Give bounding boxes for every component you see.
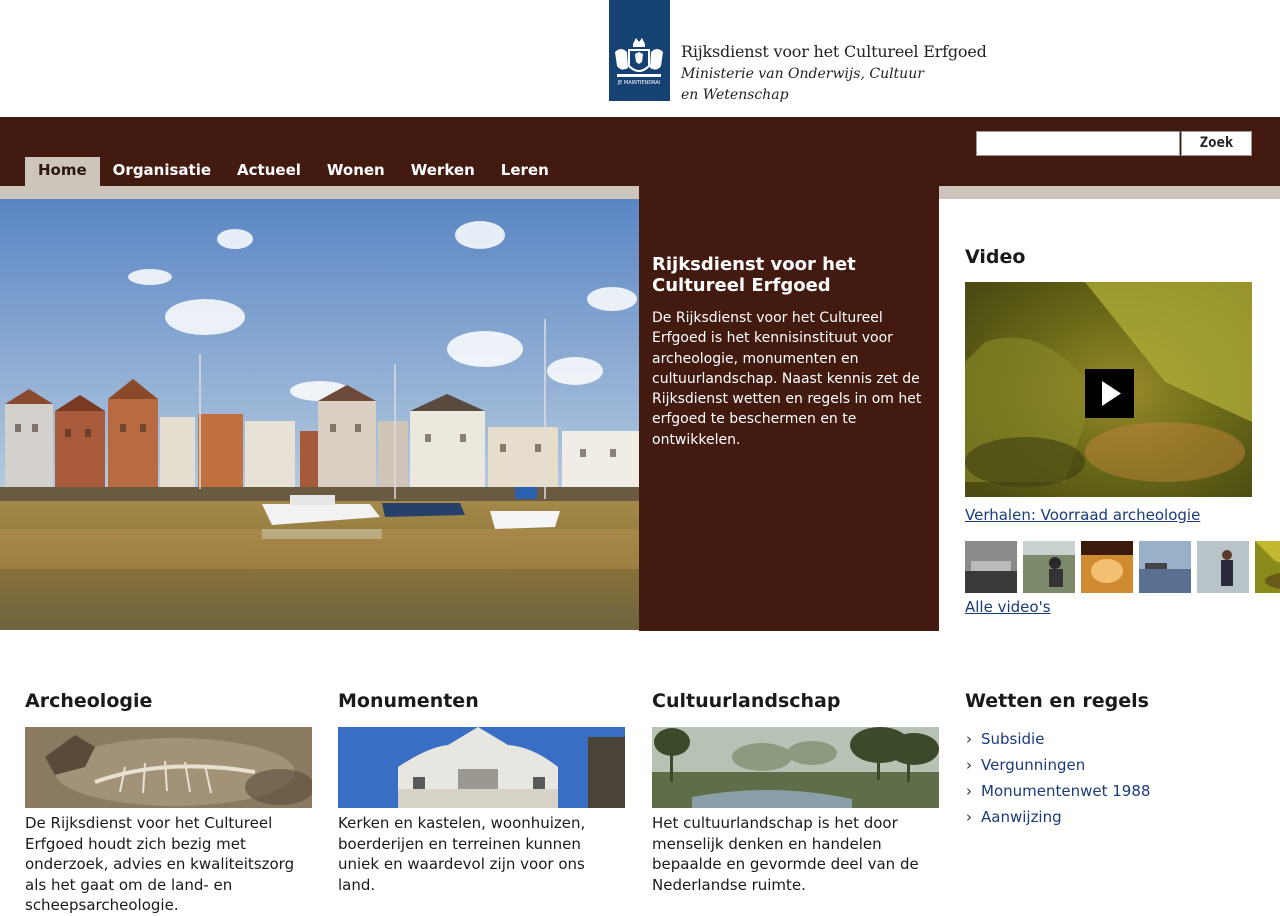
search-input[interactable] bbox=[976, 131, 1180, 156]
cultuurlandschap-text: Het cultuurlandschap is het door menseli… bbox=[652, 814, 919, 894]
archeologie-text: De Rijksdienst voor het Cultureel Erfgoe… bbox=[25, 814, 295, 914]
rules-item-label: Monumentenwet 1988 bbox=[981, 782, 1151, 800]
archeologie-image[interactable] bbox=[25, 727, 312, 808]
chevron-right-icon: › bbox=[966, 730, 972, 748]
cultuurlandschap-image[interactable] bbox=[652, 727, 939, 808]
video-thumbnail[interactable] bbox=[965, 541, 1017, 593]
search-button[interactable]: Zoek bbox=[1181, 131, 1252, 156]
svg-text:JE MAINTIENDRAI: JE MAINTIENDRAI bbox=[617, 80, 661, 86]
monumenten-heading[interactable]: Monumenten bbox=[338, 690, 479, 712]
nav-item-organisatie[interactable]: Organisatie bbox=[100, 157, 224, 186]
video-title-link[interactable]: Verhalen: Voorraad archeologie bbox=[965, 506, 1200, 524]
video-thumbnail[interactable] bbox=[1255, 541, 1280, 593]
video-thumbnail[interactable] bbox=[1081, 541, 1133, 593]
rules-list: › Subsidie › Vergunningen › Monumentenwet 1… bbox=[966, 726, 1150, 830]
monumenten-image[interactable] bbox=[338, 727, 625, 808]
hero-text: De Rijksdienst voor het Cultureel Erfgoe… bbox=[652, 310, 922, 448]
chevron-right-icon: › bbox=[966, 756, 972, 774]
video-thumbnails bbox=[965, 541, 1280, 593]
nav-item-home[interactable]: Home bbox=[25, 157, 100, 186]
all-videos-link[interactable]: Alle video's bbox=[965, 598, 1051, 616]
archeologie-heading[interactable]: Archeologie bbox=[25, 690, 152, 712]
rules-item-label: Subsidie bbox=[981, 730, 1045, 748]
rules-item-subsidie[interactable]: › Subsidie bbox=[966, 726, 1150, 752]
cultuurlandschap-heading[interactable]: Cultuurlandschap bbox=[652, 690, 840, 712]
video-thumbnail[interactable] bbox=[1139, 541, 1191, 593]
org-name: Rijksdienst voor het Cultureel Erfgoed bbox=[681, 42, 987, 61]
rules-item-label: Aanwijzing bbox=[981, 808, 1062, 826]
ministry-name: Ministerie van Onderwijs, Cultuur en Wet… bbox=[681, 66, 924, 103]
play-icon[interactable] bbox=[1085, 369, 1134, 418]
rules-item-label: Vergunningen bbox=[981, 756, 1086, 774]
video-heading: Video bbox=[965, 246, 1026, 268]
nav-item-leren[interactable]: Leren bbox=[488, 157, 562, 186]
chevron-right-icon: › bbox=[966, 782, 972, 800]
sidebar-top-strip bbox=[939, 186, 1280, 199]
hero-harbour-image bbox=[0, 199, 639, 630]
hero-title: Rijksdienst voor het Cultureel Erfgoed bbox=[652, 254, 856, 296]
rules-item-aanwijzing[interactable]: › Aanwijzing bbox=[966, 804, 1150, 830]
nav-underline bbox=[0, 186, 639, 199]
nav-item-actueel[interactable]: Actueel bbox=[224, 157, 314, 186]
rules-item-vergunningen[interactable]: › Vergunningen bbox=[966, 752, 1150, 778]
chevron-right-icon: › bbox=[966, 808, 972, 826]
video-thumbnail[interactable] bbox=[1023, 541, 1075, 593]
nav-item-wonen[interactable]: Wonen bbox=[314, 157, 398, 186]
video-thumbnail[interactable] bbox=[1197, 541, 1249, 593]
main-nav: Home Organisatie Actueel Wonen Werken Le… bbox=[25, 157, 562, 186]
royal-crest-icon: JE MAINTIENDRAI bbox=[615, 38, 663, 86]
wetten-heading: Wetten en regels bbox=[965, 690, 1149, 712]
rules-item-monumentenwet[interactable]: › Monumentenwet 1988 bbox=[966, 778, 1150, 804]
monumenten-text: Kerken en kastelen, woonhuizen, boerderi… bbox=[338, 814, 586, 894]
nav-item-werken[interactable]: Werken bbox=[398, 157, 488, 186]
